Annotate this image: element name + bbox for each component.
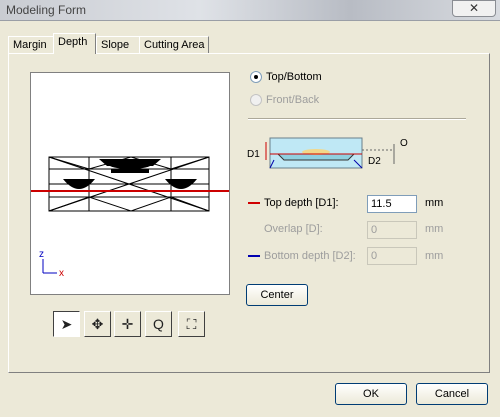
pan-icon: ✛ [121, 316, 134, 332]
overlap-label: Overlap [D]: [264, 223, 323, 235]
tab-margin[interactable]: Margin [8, 36, 54, 53]
select-arrow-icon: ➤ [60, 316, 73, 332]
zoom-tool-button[interactable]: Q [145, 311, 172, 337]
model-preview: z x [31, 156, 229, 279]
top-depth-unit: mm [425, 197, 444, 209]
select-tool-button[interactable]: ➤ [53, 311, 80, 337]
top-depth-label: Top depth [D1]: [264, 197, 339, 209]
d2-label: D2 [368, 156, 381, 167]
model-viewport[interactable]: z x [30, 72, 230, 295]
top-depth-input[interactable]: 11.5 [367, 195, 417, 213]
fit-view-button[interactable]: ⛶ [178, 311, 205, 337]
axis-z-label: z [39, 249, 44, 260]
top-depth-marker [248, 202, 260, 204]
bottom-depth-marker [248, 255, 260, 257]
separator [248, 118, 466, 120]
axis-indicator: z x [39, 249, 64, 279]
modeling-form-window: Modeling Form ✕ Margin Depth Slope Cutti… [0, 0, 500, 417]
origin-label: O [400, 138, 408, 149]
top-bottom-radio[interactable] [250, 71, 262, 83]
overlap-unit: mm [425, 223, 444, 235]
fit-view-icon: ⛶ [186, 316, 197, 332]
ok-button[interactable]: OK [335, 383, 407, 405]
depth-diagram: D1 D2 O [247, 137, 408, 169]
tab-slope[interactable]: Slope [96, 36, 140, 53]
center-button[interactable]: Center [246, 284, 308, 306]
window-title: Modeling Form [6, 3, 87, 17]
rotate-icon: ✥ [91, 316, 104, 332]
front-back-label: Front/Back [266, 94, 320, 106]
zoom-icon: Q [153, 316, 164, 332]
axis-x-label: x [59, 268, 64, 279]
front-back-radio[interactable] [250, 94, 262, 106]
close-button[interactable]: ✕ [452, 0, 496, 17]
tab-cutting-area[interactable]: Cutting Area [139, 36, 209, 53]
overlap-input[interactable]: 0 [367, 221, 417, 239]
bottom-depth-unit: mm [425, 250, 444, 262]
top-bottom-label: Top/Bottom [266, 71, 322, 83]
cancel-button[interactable]: Cancel [416, 383, 488, 405]
bottom-depth-input[interactable]: 0 [367, 247, 417, 265]
title-bar: Modeling Form ✕ [0, 0, 500, 21]
pan-tool-button[interactable]: ✛ [114, 311, 141, 337]
d1-label: D1 [247, 149, 260, 160]
tab-depth[interactable]: Depth [53, 33, 96, 54]
rotate-tool-button[interactable]: ✥ [84, 311, 111, 337]
close-icon: ✕ [468, 1, 480, 15]
bottom-depth-label: Bottom depth [D2]: [264, 250, 356, 262]
